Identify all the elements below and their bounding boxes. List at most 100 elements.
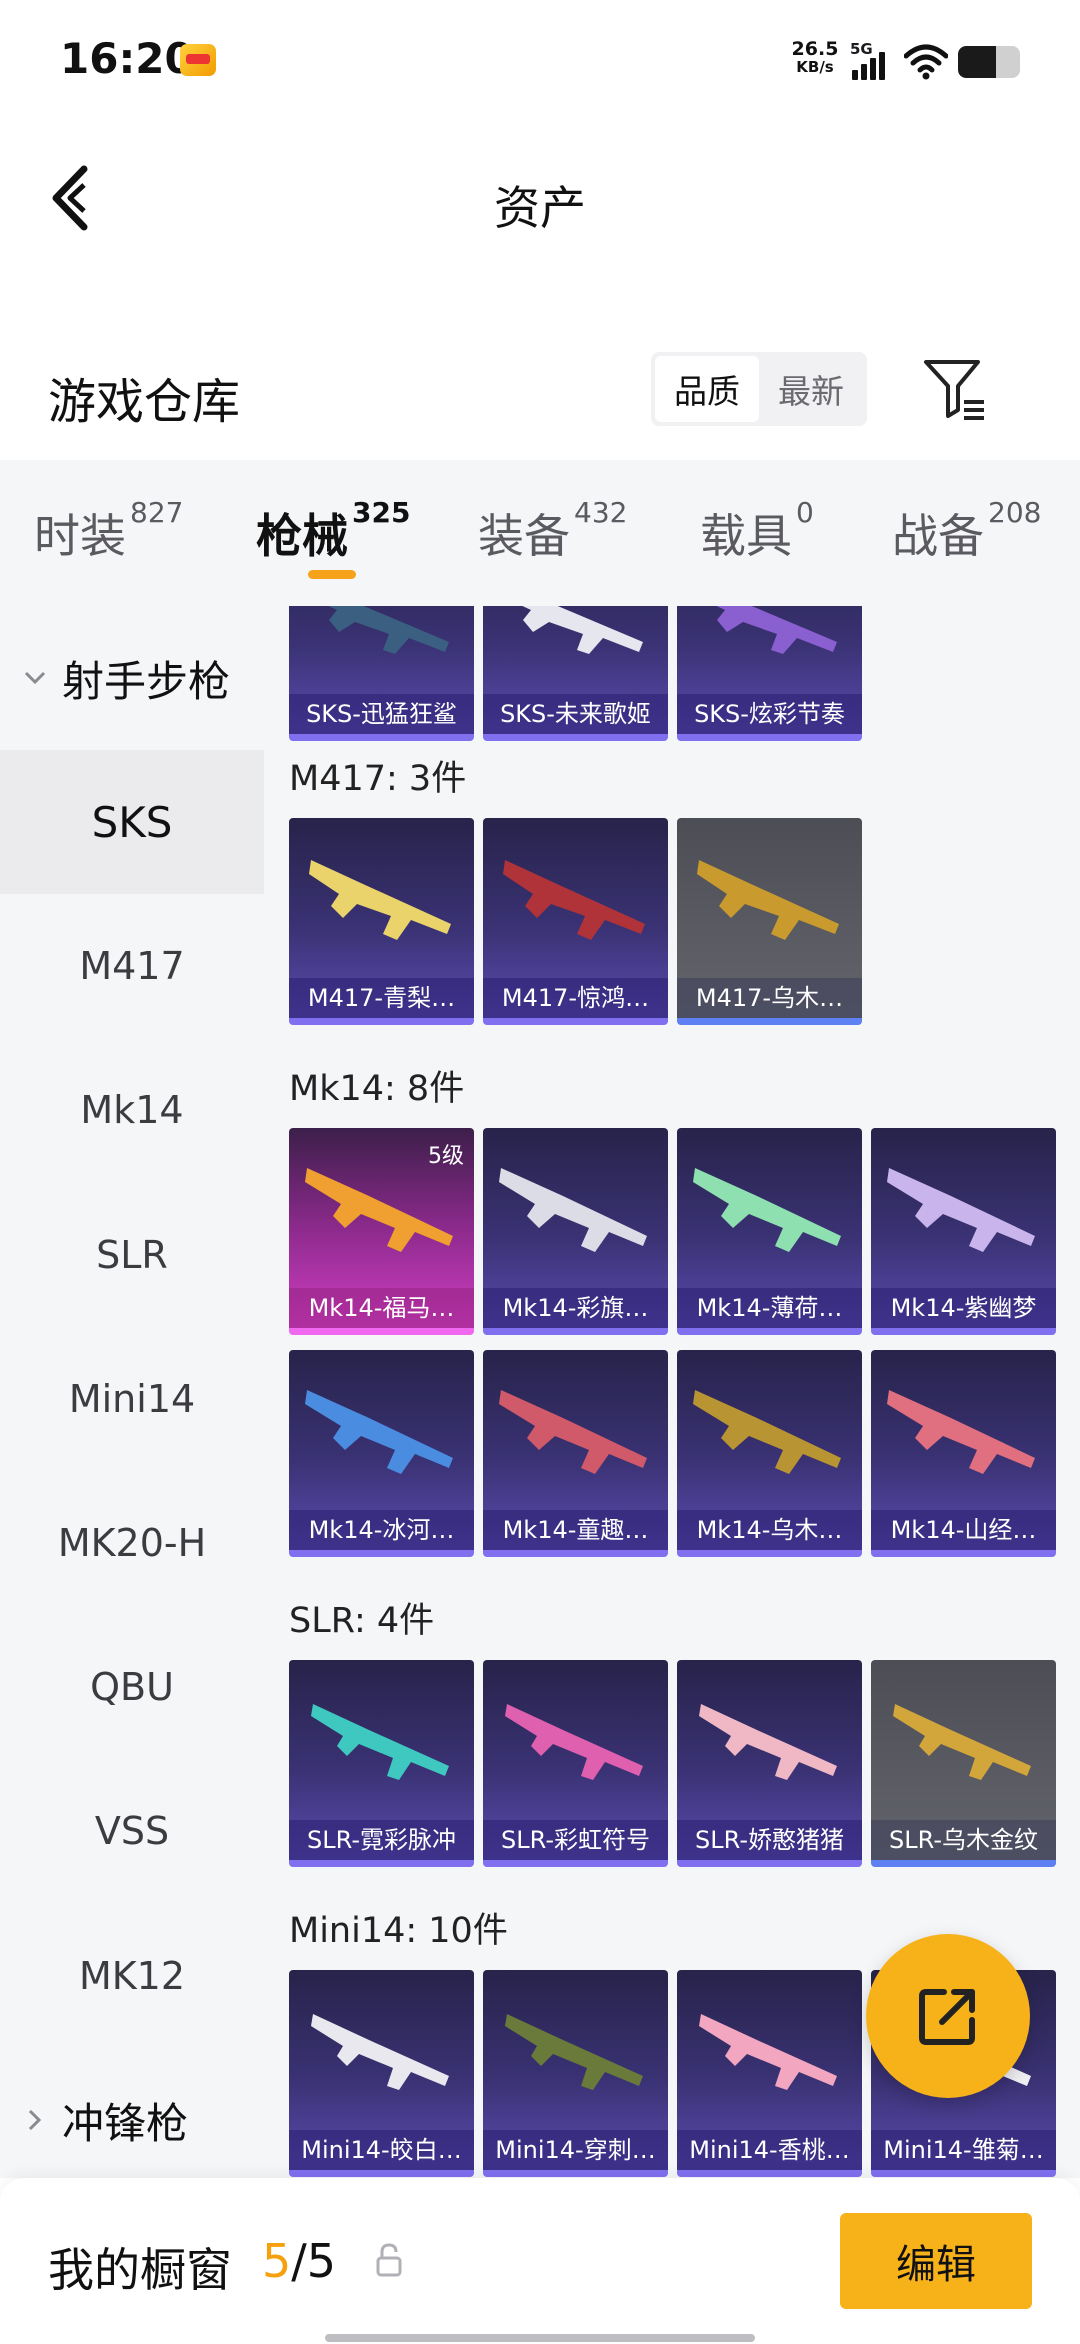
rifle-skin-icon (522, 606, 643, 654)
rifle-skin-icon (328, 606, 449, 654)
group-label-slr: SLR: 4件 (289, 1601, 435, 1641)
tab-count: 432 (574, 496, 628, 529)
weapon-card[interactable]: Mini14-穿刺… (483, 1970, 668, 2177)
weapon-name: Mk14-山经… (871, 1510, 1056, 1550)
section-header: 游戏仓库 品质 最新 (0, 330, 1080, 450)
weapon-name: SKS-炫彩节奏 (677, 694, 862, 734)
weapon-name: M417-惊鸿… (483, 978, 668, 1018)
rifle-skin-icon (311, 1704, 449, 1780)
tab-label: 载具 (700, 509, 792, 563)
sidebar-item-mk20h[interactable]: MK20-H (0, 1471, 264, 1615)
tab-count: 827 (130, 496, 184, 529)
rifle-skin-icon (697, 860, 839, 940)
rifle-skin-icon (305, 1390, 453, 1474)
weapon-name: SKS-未来歌姬 (483, 694, 668, 734)
weapon-card[interactable]: SLR-彩虹符号 (483, 1660, 668, 1867)
weapon-name: Mini14-香桃… (677, 2130, 862, 2170)
rifle-skin-icon (693, 1390, 841, 1474)
rifle-skin-icon (499, 1168, 647, 1252)
app-notification-icon (180, 44, 216, 76)
rifle-skin-icon (699, 1704, 837, 1780)
weapon-card[interactable]: SKS-迅猛狂鲨 (289, 606, 474, 741)
weapon-card[interactable]: Mk14-紫幽梦 (871, 1128, 1056, 1335)
weapon-name: SLR-彩虹符号 (483, 1820, 668, 1860)
sidebar-group-label: 冲锋枪 (62, 2098, 189, 2148)
sort-quality-button[interactable]: 品质 (655, 356, 759, 422)
sidebar-item-qbu[interactable]: QBU (0, 1615, 264, 1759)
weapon-name: Mini14-雏菊… (871, 2130, 1056, 2170)
weapon-card[interactable]: Mk14-童趣… (483, 1350, 668, 1557)
tab-weapons[interactable]: 枪械 325 (256, 496, 410, 566)
sidebar-item-m417[interactable]: M417 (0, 894, 264, 1038)
weapon-card[interactable]: M417-青梨… (289, 818, 474, 1025)
weapon-card[interactable]: Mk14-彩旗… (483, 1128, 668, 1335)
sidebar-group-marksman[interactable]: 射手步枪 (0, 606, 264, 750)
rifle-skin-icon (887, 1390, 1035, 1474)
category-tabs: 时装 827 枪械 325 装备 432 载具 0 战备 208 (0, 460, 1080, 606)
rifle-skin-icon (699, 2014, 837, 2090)
weapon-card[interactable]: M417-乌木… (677, 818, 862, 1025)
chevron-right-icon (28, 2109, 42, 2131)
tab-supplies[interactable]: 战备 208 (892, 496, 1041, 566)
weapon-card[interactable]: M417-惊鸿… (483, 818, 668, 1025)
page-title: 资产 (494, 181, 586, 235)
sidebar-item-sks[interactable]: SKS (0, 750, 264, 894)
weapon-card[interactable]: Mk14-薄荷… (677, 1128, 862, 1335)
sidebar-item-mk14[interactable]: Mk14 (0, 1038, 264, 1182)
weapon-card[interactable]: 5级 Mk14-福马… (289, 1128, 474, 1335)
tab-outfits[interactable]: 时装 827 (34, 496, 183, 566)
weapon-card[interactable]: SKS-未来歌姬 (483, 606, 668, 741)
section-title: 游戏仓库 (48, 374, 241, 430)
showcase-count: 5/5 (262, 2234, 336, 2288)
weapon-card[interactable]: SLR-霓彩脉冲 (289, 1660, 474, 1867)
network-type: 5G (850, 40, 873, 58)
group-label-mk14: Mk14: 8件 (289, 1069, 465, 1109)
weapon-card[interactable]: Mini14-香桃… (677, 1970, 862, 2177)
share-button[interactable] (866, 1934, 1030, 2098)
tab-equipment[interactable]: 装备 432 (478, 496, 627, 566)
weapon-name: SLR-乌木金纹 (871, 1820, 1056, 1860)
wifi-icon (904, 44, 948, 80)
network-speed-value: 26.5 (791, 38, 839, 60)
tab-label: 时装 (34, 509, 126, 563)
filter-icon[interactable] (920, 354, 990, 424)
weapon-name: Mk14-乌木… (677, 1510, 862, 1550)
sidebar-item-slr[interactable]: SLR (0, 1183, 264, 1327)
weapon-card[interactable]: SLR-娇憨猪猪 (677, 1660, 862, 1867)
home-indicator (325, 2334, 755, 2342)
tab-vehicles[interactable]: 载具 0 (700, 496, 814, 566)
sort-newest-button[interactable]: 最新 (759, 356, 863, 422)
showcase-bar: 我的橱窗 5/5 编辑 (0, 2178, 1080, 2344)
sidebar-item-vss[interactable]: VSS (0, 1759, 264, 1903)
rifle-skin-icon (893, 1704, 1031, 1780)
weapon-card[interactable]: Mini14-皎白… (289, 1970, 474, 2177)
active-tab-indicator (308, 570, 356, 579)
sidebar-item-mk12[interactable]: MK12 (0, 1904, 264, 2048)
rifle-skin-icon (499, 1390, 647, 1474)
rifle-skin-icon (693, 1168, 841, 1252)
signal-icon: 5G (850, 40, 894, 80)
weapon-card[interactable]: SLR-乌木金纹 (871, 1660, 1056, 1867)
tab-label: 装备 (478, 509, 570, 563)
network-speed-unit: KB/s (796, 58, 834, 76)
weapon-name: Mk14-童趣… (483, 1510, 668, 1550)
sidebar-item-mini14[interactable]: Mini14 (0, 1327, 264, 1471)
weapon-card[interactable]: SKS-炫彩节奏 (677, 606, 862, 741)
weapon-name: Mk14-福马… (289, 1288, 474, 1328)
weapon-name: Mk14-薄荷… (677, 1288, 862, 1328)
weapon-name: SLR-霓彩脉冲 (289, 1820, 474, 1860)
rifle-skin-icon (309, 860, 451, 940)
sidebar-group-smg[interactable]: 冲锋枪 (0, 2048, 264, 2178)
status-bar: 16:20 26.5 KB/s 5G (0, 0, 1080, 120)
weapon-name: Mini14-穿刺… (483, 2130, 668, 2170)
rifle-skin-icon (887, 1168, 1035, 1252)
weapon-card[interactable]: Mk14-冰河… (289, 1350, 474, 1557)
rifle-skin-icon (505, 1704, 643, 1780)
lock-icon (376, 2243, 402, 2277)
weapon-card[interactable]: Mk14-乌木… (677, 1350, 862, 1557)
tab-label: 枪械 (256, 509, 348, 563)
weapon-card[interactable]: Mk14-山经… (871, 1350, 1056, 1557)
showcase-count-total: /5 (291, 2234, 337, 2288)
edit-button[interactable]: 编辑 (840, 2213, 1032, 2309)
tab-count: 325 (352, 496, 411, 529)
